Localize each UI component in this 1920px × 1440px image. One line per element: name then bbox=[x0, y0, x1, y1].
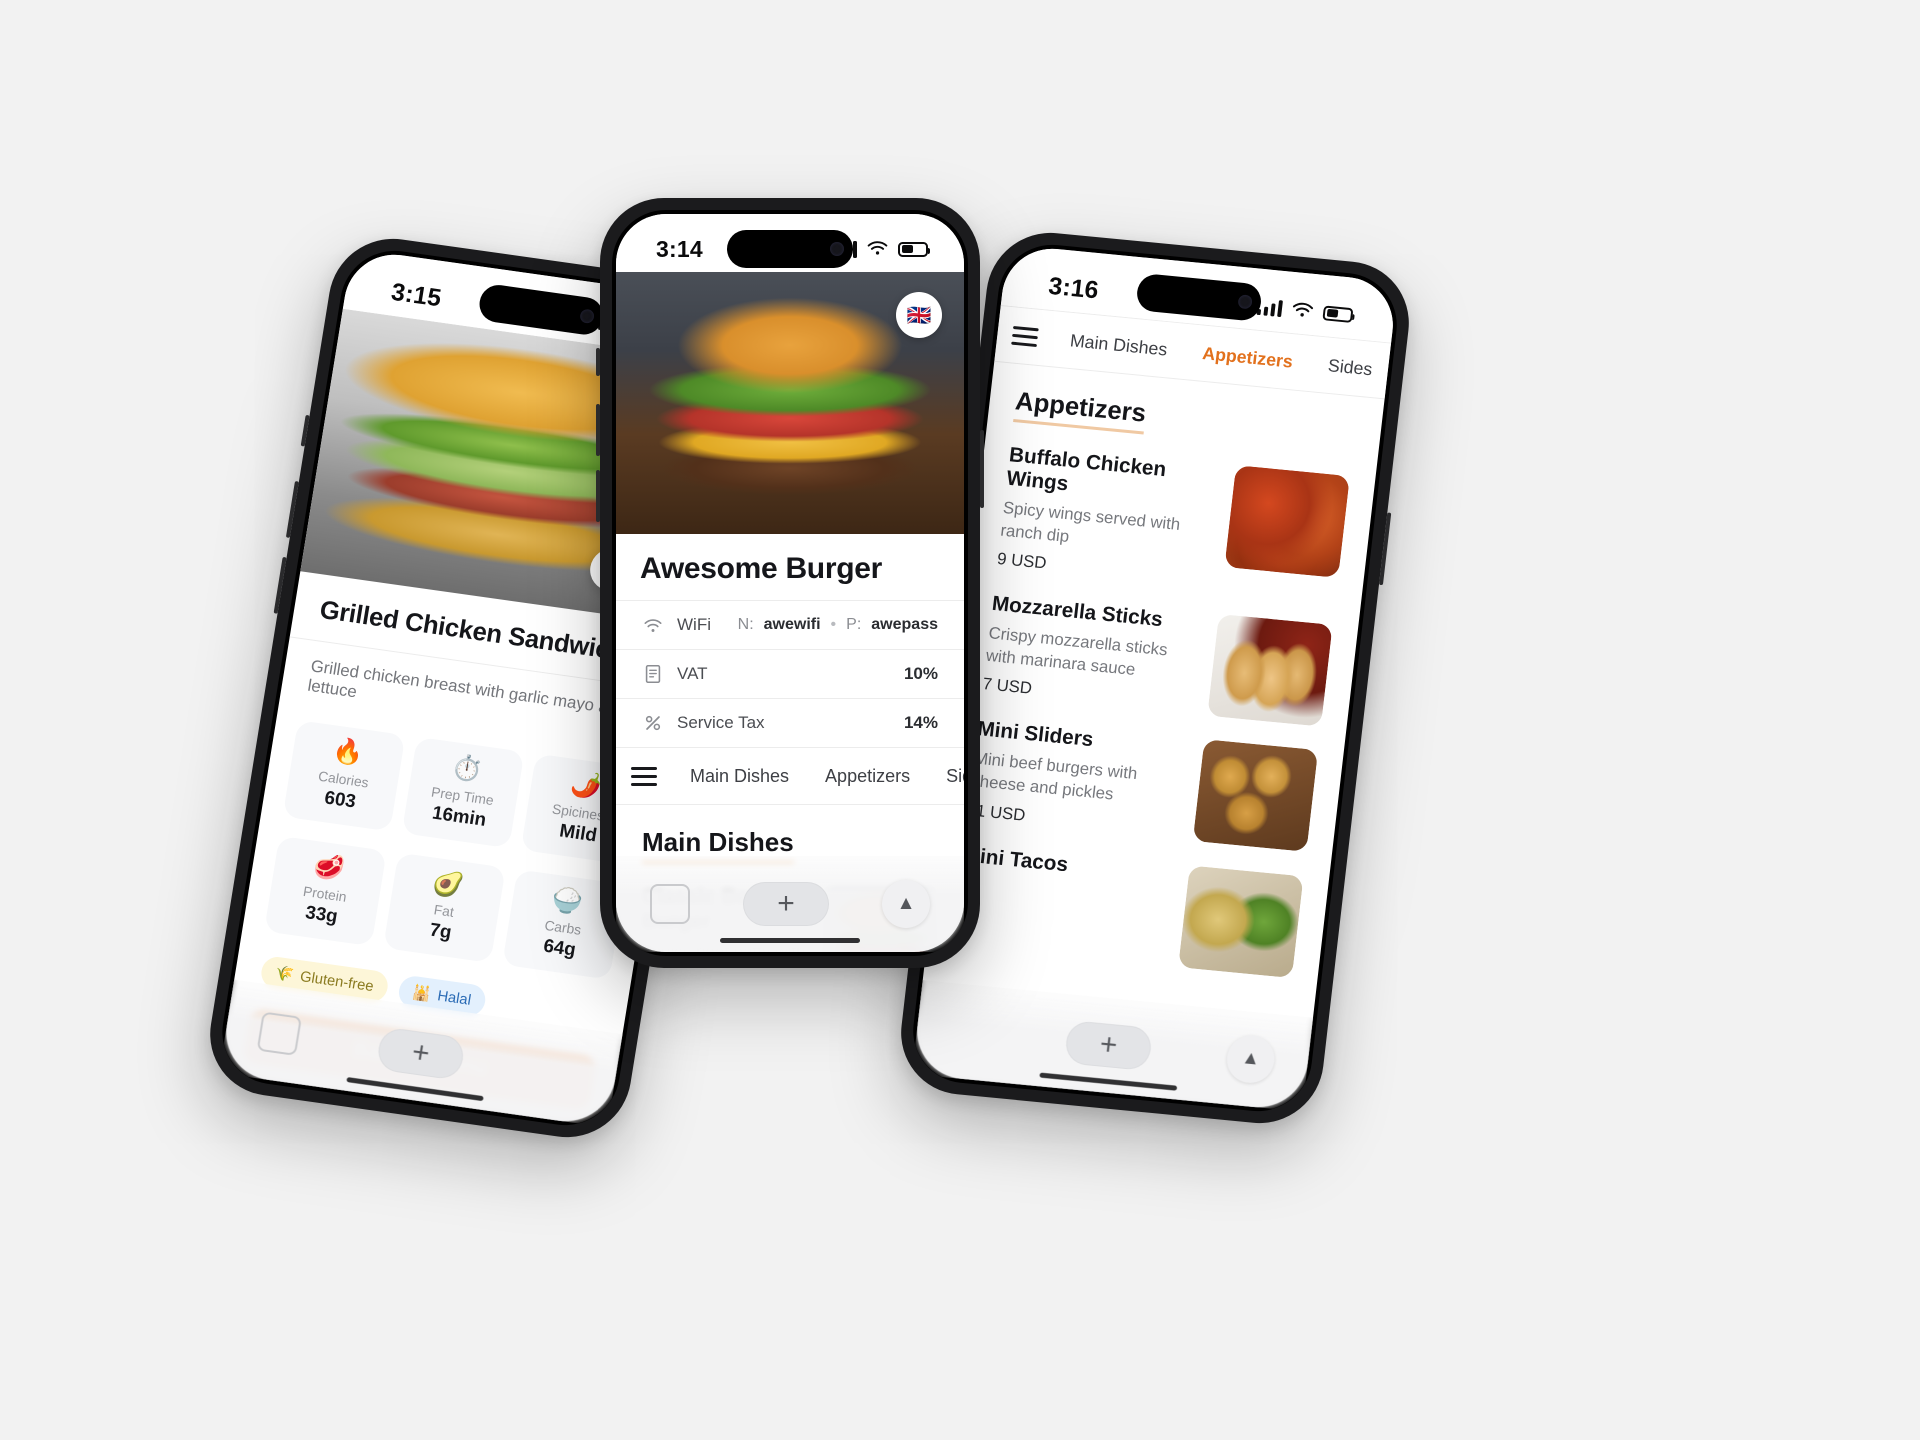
phone-center: 3:14 🇬🇧 Awesome Burger WiFi N: awewifi •… bbox=[596, 198, 984, 968]
restaurant-title-block: Awesome Burger bbox=[616, 534, 964, 600]
dynamic-island bbox=[727, 230, 853, 268]
nutrition-card: 🔥 Calories 603 bbox=[282, 720, 406, 831]
mockup-scene: 3:15 12 USD Gr bbox=[0, 0, 1920, 1440]
wifi-name-key: N: bbox=[737, 616, 754, 633]
section-title: Appetizers bbox=[1013, 385, 1148, 435]
battery-icon bbox=[898, 241, 930, 257]
info-label: WiFi bbox=[677, 615, 711, 634]
tag-label: Halal bbox=[436, 987, 473, 1009]
wifi-pass-key: P: bbox=[846, 616, 862, 633]
battery-icon bbox=[1322, 304, 1354, 323]
add-button[interactable]: + bbox=[743, 882, 829, 926]
language-flag-button[interactable]: 🇬🇧 bbox=[896, 292, 942, 338]
item-thumbnail bbox=[1224, 465, 1350, 578]
bottom-dock-right: + ▲ bbox=[911, 980, 1314, 1112]
chevron-up-icon[interactable]: ▲ bbox=[1224, 1033, 1277, 1085]
category-tabbar-center: Main Dishes Appetizers Sides Desserts bbox=[616, 747, 964, 805]
front-camera-icon bbox=[1237, 294, 1253, 310]
info-value: 14% bbox=[903, 713, 938, 732]
wifi-icon bbox=[1292, 302, 1314, 317]
receipt-icon bbox=[645, 664, 661, 684]
wifi-pass-value: awepass bbox=[871, 616, 938, 633]
info-row-service-tax: Service Tax 14% bbox=[616, 698, 964, 747]
screen-center: 3:14 🇬🇧 Awesome Burger WiFi N: awewifi •… bbox=[616, 214, 964, 952]
tab-appetizers[interactable]: Appetizers bbox=[807, 748, 928, 804]
screen-right: 3:16 Main Dishes Appetizers Sides Appeti… bbox=[911, 244, 1399, 1112]
info-label: Service Tax bbox=[677, 713, 765, 732]
wifi-icon bbox=[644, 619, 662, 632]
tab-sides[interactable]: Sides bbox=[928, 748, 964, 804]
status-time: 3:16 bbox=[1047, 271, 1101, 304]
card-stack-icon[interactable] bbox=[650, 884, 690, 924]
card-stack-icon[interactable] bbox=[256, 1011, 302, 1056]
add-button[interactable]: + bbox=[375, 1026, 467, 1081]
item-thumbnail bbox=[1178, 865, 1304, 978]
item-thumbnail bbox=[1192, 739, 1319, 853]
item-name: Mini Tacos bbox=[961, 843, 1070, 876]
restaurant-hero-image: 🇬🇧 bbox=[616, 272, 964, 534]
status-time: 3:14 bbox=[656, 235, 703, 262]
status-time: 3:15 bbox=[389, 277, 444, 312]
front-camera-icon bbox=[579, 308, 596, 324]
tab-sides[interactable]: Sides bbox=[1307, 336, 1391, 398]
percent-icon bbox=[645, 715, 661, 731]
wifi-name-value: awewifi bbox=[763, 616, 821, 633]
bottom-dock-center: + ▲ bbox=[616, 856, 964, 952]
chevron-up-icon[interactable]: ▲ bbox=[882, 880, 930, 928]
hamburger-menu-icon[interactable] bbox=[996, 324, 1053, 348]
tab-main-dishes[interactable]: Main Dishes bbox=[672, 748, 807, 804]
info-row-vat: VAT 10% bbox=[616, 649, 964, 698]
nutrition-card: 🥩 Protein 33g bbox=[264, 835, 387, 947]
mosque-icon: 🕌 bbox=[411, 984, 433, 1004]
separator-dot: • bbox=[830, 616, 837, 633]
wheat-icon: 🌾 bbox=[273, 964, 295, 984]
front-camera-icon bbox=[830, 242, 844, 256]
add-button[interactable]: + bbox=[1063, 1019, 1154, 1072]
nutrition-card: ⏱️ Prep Time 16min bbox=[401, 736, 525, 848]
info-row-wifi[interactable]: WiFi N: awewifi • P: awepass bbox=[616, 600, 964, 649]
hamburger-menu-icon[interactable] bbox=[616, 766, 672, 786]
home-indicator bbox=[720, 938, 860, 943]
category-tabs: Main Dishes Appetizers Sides Desserts bbox=[672, 748, 964, 804]
page-title: Awesome Burger bbox=[640, 552, 882, 585]
item-thumbnail bbox=[1207, 614, 1333, 727]
info-label: VAT bbox=[677, 664, 708, 683]
nutrition-card: 🥑 Fat 7g bbox=[383, 852, 506, 963]
wifi-icon bbox=[867, 241, 888, 255]
home-indicator bbox=[1039, 1072, 1178, 1091]
info-value: 10% bbox=[903, 664, 938, 683]
